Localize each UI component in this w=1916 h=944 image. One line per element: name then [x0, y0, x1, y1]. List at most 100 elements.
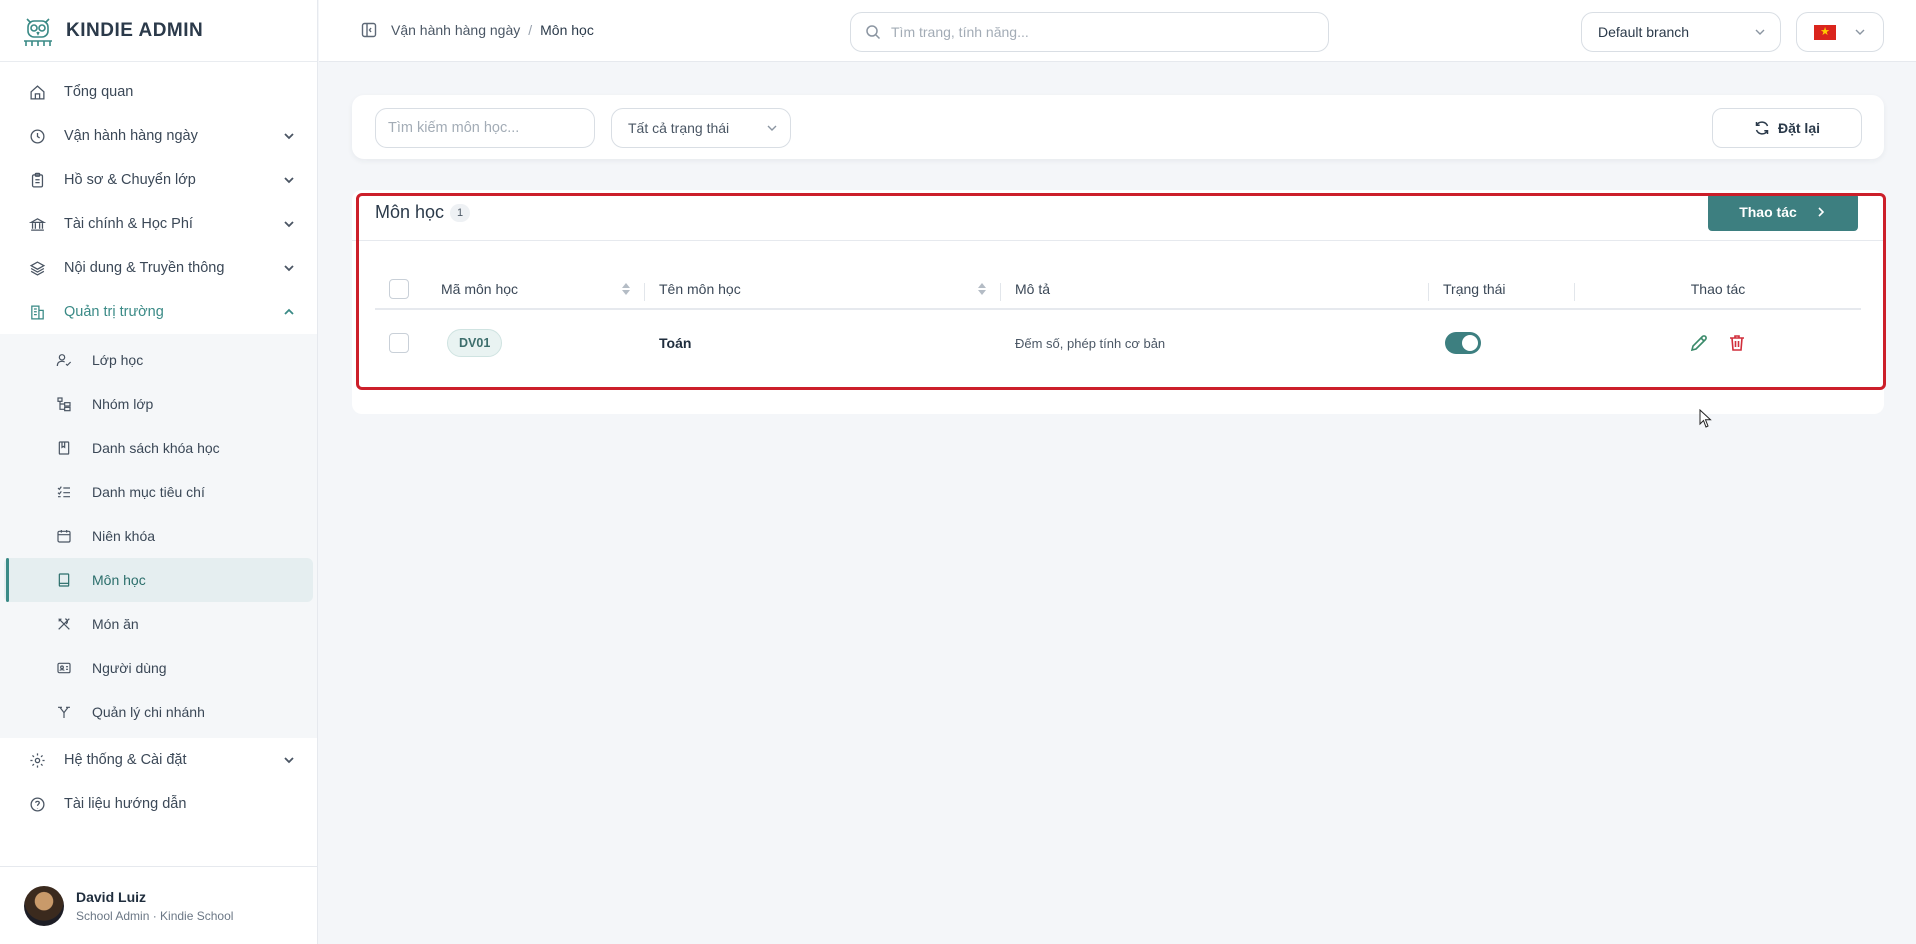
subject-description: Đếm số, phép tính cơ bản: [1015, 336, 1166, 351]
building-icon: [28, 303, 46, 321]
sidebar-item-label: Món ăn: [92, 616, 139, 632]
breadcrumb-separator: /: [528, 22, 533, 38]
sidebar-item-label: Môn học: [92, 572, 146, 588]
chevron-down-icon: [284, 177, 294, 184]
chevron-down-icon: [1855, 29, 1865, 35]
sidebar-item-overview[interactable]: Tổng quan: [0, 70, 317, 114]
user-name: David Luiz: [76, 888, 147, 905]
count-badge: 1: [450, 204, 470, 222]
bulk-actions-button[interactable]: Thao tác: [1708, 193, 1858, 231]
column-header-label: Tên môn học: [659, 281, 741, 297]
chevron-down-icon: [767, 125, 777, 131]
sort-icon[interactable]: [977, 282, 987, 296]
branch-select[interactable]: Default branch: [1581, 12, 1781, 52]
sidebar-item-branches[interactable]: Quản lý chi nhánh: [4, 690, 313, 734]
sidebar-item-label: Nhóm lớp: [92, 396, 154, 412]
sidebar-item-classes[interactable]: Lớp học: [4, 338, 313, 382]
user-check-icon: [56, 352, 72, 368]
sidebar-item-content[interactable]: Nội dung & Truyền thông: [0, 246, 317, 290]
column-header-name[interactable]: Tên môn học: [645, 281, 1001, 301]
delete-trash-icon[interactable]: [1727, 333, 1747, 353]
sidebar-item-label: Quản trị trường: [64, 304, 164, 320]
branch-select-value: Default branch: [1598, 24, 1690, 40]
reset-button[interactable]: Đặt lại: [1712, 108, 1862, 148]
sidebar-item-label: Danh mục tiêu chí: [92, 484, 205, 500]
card-title: Môn học: [375, 202, 445, 222]
sidebar-subnav: Lớp học Nhóm lớp Danh sách khóa học Danh…: [0, 334, 317, 738]
status-filter-select[interactable]: Tất cả trạng thái: [611, 108, 791, 148]
row-checkbox[interactable]: [389, 333, 409, 353]
column-header-label: Mô tả: [1015, 281, 1051, 297]
column-header-code[interactable]: Mã môn học: [441, 281, 645, 301]
sidebar-item-label: Quản lý chi nhánh: [92, 704, 205, 720]
utensils-icon: [56, 616, 72, 632]
select-all-checkbox[interactable]: [389, 279, 409, 299]
tree-icon: [56, 396, 72, 412]
brand[interactable]: KINDIE ADMIN: [0, 0, 317, 62]
sidebar-item-records[interactable]: Hồ sơ & Chuyển lớp: [0, 158, 317, 202]
status-toggle[interactable]: [1445, 332, 1481, 354]
column-header-label: Mã môn học: [441, 281, 519, 297]
sidebar-item-subjects[interactable]: Môn học: [4, 558, 313, 602]
chevron-down-icon: [284, 757, 294, 764]
column-header-actions: Thao tác: [1575, 281, 1861, 297]
subject-search-placeholder: Tìm kiếm môn học...: [388, 120, 520, 136]
sidebar-item-docs[interactable]: Tài liệu hướng dẫn: [0, 782, 317, 826]
column-header-description: Mô tả: [1001, 281, 1429, 301]
search-icon: [866, 25, 881, 40]
status-filter-value: Tất cả trạng thái: [628, 120, 730, 136]
breadcrumb-current: Môn học: [540, 22, 594, 38]
sidebar-item-label: Tài chính & Học Phí: [64, 216, 193, 232]
sidebar-item-settings[interactable]: Hệ thống & Cài đặt: [0, 738, 317, 782]
sort-icon[interactable]: [621, 282, 631, 296]
avatar: [24, 885, 64, 926]
global-search-input[interactable]: Tìm trang, tính năng...: [850, 12, 1329, 52]
sidebar-item-label: Hồ sơ & Chuyển lớp: [64, 172, 196, 188]
sidebar-item-label: Nội dung & Truyền thông: [64, 260, 225, 276]
chevron-down-icon: [284, 265, 294, 272]
search-placeholder: Tìm trang, tính năng...: [891, 24, 1029, 40]
sidebar-item-school-admin[interactable]: Quản trị trường: [0, 290, 317, 334]
sidebar-item-label: Hệ thống & Cài đặt: [64, 752, 187, 768]
card-header: Môn học 1 Thao tác: [352, 190, 1884, 241]
sidebar-toggle-icon[interactable]: [361, 22, 377, 38]
mouse-cursor-icon: [1699, 409, 1712, 428]
sidebar-item-label: Vận hành hàng ngày: [64, 128, 198, 144]
sidebar-item-school-year[interactable]: Niên khóa: [4, 514, 313, 558]
clipboard-icon: [28, 171, 46, 189]
checklist-icon: [56, 484, 72, 500]
brand-name: KINDIE ADMIN: [66, 19, 204, 41]
sidebar-item-label: Lớp học: [92, 352, 144, 368]
layers-icon: [28, 259, 46, 277]
calendar-icon: [56, 528, 72, 544]
filter-bar: Tìm kiếm môn học... Tất cả trạng thái Đặ…: [352, 95, 1884, 159]
user-profile[interactable]: David Luiz School Admin · Kindie School: [0, 866, 317, 944]
id-card-icon: [56, 660, 72, 676]
sidebar-item-label: Tổng quan: [64, 84, 134, 100]
subject-search-input[interactable]: Tìm kiếm môn học...: [375, 108, 595, 148]
sidebar-item-criteria[interactable]: Danh mục tiêu chí: [4, 470, 313, 514]
subjects-table: Mã môn học Tên môn học Mô tả Trạng thái …: [375, 270, 1861, 376]
sidebar-item-label: Niên khóa: [92, 528, 156, 544]
home-icon: [28, 83, 46, 101]
sidebar-item-class-groups[interactable]: Nhóm lớp: [4, 382, 313, 426]
sidebar-item-courses[interactable]: Danh sách khóa học: [4, 426, 313, 470]
language-select[interactable]: ★: [1796, 12, 1884, 52]
edit-pencil-icon[interactable]: [1689, 333, 1709, 353]
topbar: Vận hành hàng ngày / Môn học Tìm trang, …: [319, 0, 1916, 62]
subject-code-badge: DV01: [447, 329, 503, 357]
bulk-actions-label: Thao tác: [1739, 204, 1797, 220]
sidebar-item-daily-ops[interactable]: Vận hành hàng ngày: [0, 114, 317, 158]
breadcrumb-parent[interactable]: Vận hành hàng ngày: [391, 22, 520, 38]
sidebar-item-meals[interactable]: Món ăn: [4, 602, 313, 646]
refresh-icon: [1755, 121, 1769, 135]
sidebar-item-finance[interactable]: Tài chính & Học Phí: [0, 202, 317, 246]
chevron-right-icon: [1818, 207, 1824, 217]
reset-button-label: Đặt lại: [1777, 120, 1820, 136]
subjects-card: Môn học 1 Thao tác Mã môn học Tên môn họ…: [352, 190, 1884, 414]
sidebar-item-label: Tài liệu hướng dẫn: [64, 796, 187, 812]
sidebar: KINDIE ADMIN Tổng quan Vận hành hàng ngà…: [0, 0, 318, 944]
sidebar-nav: Tổng quan Vận hành hàng ngày Hồ sơ & Chu…: [0, 62, 317, 826]
sidebar-item-users[interactable]: Người dùng: [4, 646, 313, 690]
column-header-status: Trạng thái: [1429, 281, 1575, 301]
